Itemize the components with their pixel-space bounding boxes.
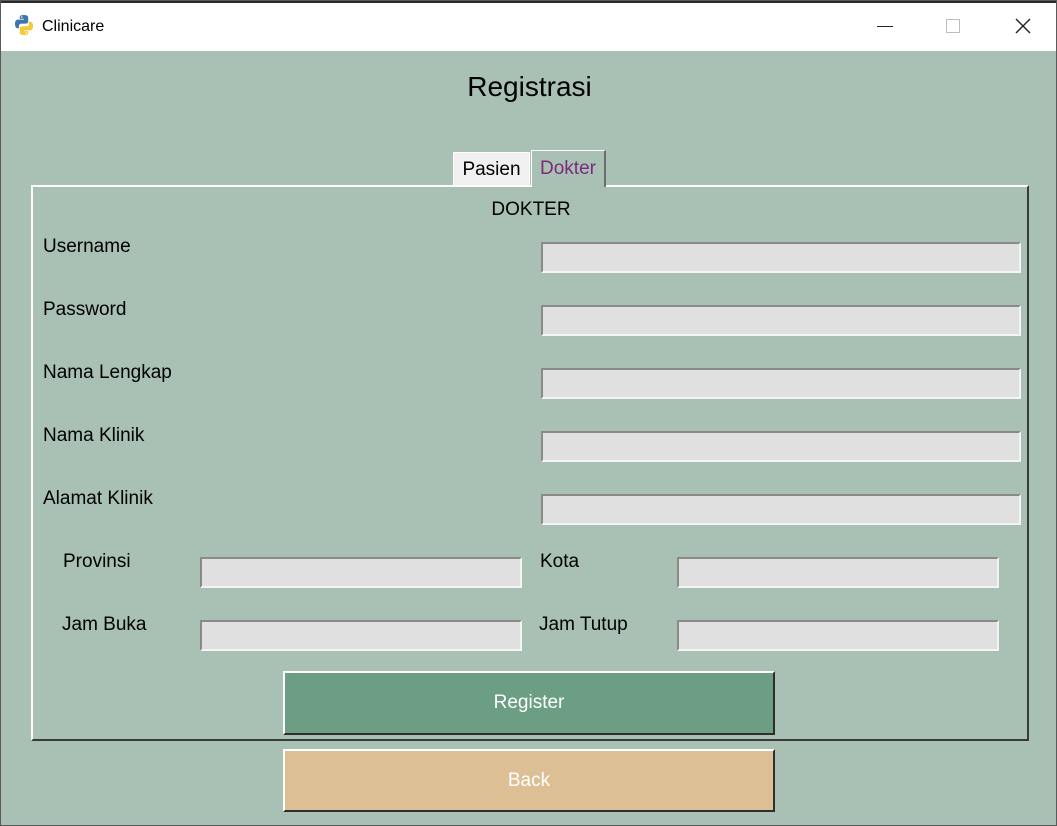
username-label: Username bbox=[43, 236, 131, 257]
alamat-klinik-label: Alamat Klinik bbox=[43, 488, 153, 509]
nama-lengkap-field[interactable] bbox=[541, 368, 1021, 399]
jam-tutup-label: Jam Tutup bbox=[539, 614, 628, 635]
alamat-klinik-field[interactable] bbox=[541, 494, 1021, 525]
back-button[interactable]: Back bbox=[283, 749, 775, 812]
kota-label: Kota bbox=[540, 551, 580, 572]
password-label: Password bbox=[43, 299, 127, 320]
kota-field[interactable] bbox=[677, 557, 999, 588]
provinsi-field[interactable] bbox=[200, 557, 522, 588]
close-icon bbox=[1015, 18, 1031, 34]
tab-dokter[interactable]: Dokter bbox=[531, 150, 606, 187]
jam-buka-label: Jam Buka bbox=[62, 614, 147, 635]
app-window: Clinicare Registrasi Pasien Dokter DOKTE… bbox=[0, 0, 1057, 826]
nama-klinik-label: Nama Klinik bbox=[43, 425, 145, 446]
tab-pasien[interactable]: Pasien bbox=[453, 152, 530, 186]
jam-tutup-field[interactable] bbox=[677, 620, 999, 651]
section-title: DOKTER bbox=[491, 199, 571, 220]
maximize-button[interactable] bbox=[918, 3, 988, 49]
password-field[interactable] bbox=[541, 305, 1021, 336]
window-title: Clinicare bbox=[42, 18, 105, 35]
python-logo-icon bbox=[15, 15, 33, 35]
username-field[interactable] bbox=[541, 242, 1021, 273]
nama-klinik-field[interactable] bbox=[541, 431, 1021, 462]
maximize-icon bbox=[946, 19, 960, 33]
nama-lengkap-label: Nama Lengkap bbox=[43, 362, 172, 383]
close-button[interactable] bbox=[988, 3, 1057, 49]
jam-buka-field[interactable] bbox=[200, 620, 522, 651]
title-bar: Clinicare bbox=[1, 1, 1056, 51]
minimize-button[interactable] bbox=[850, 3, 920, 49]
minimize-icon bbox=[877, 25, 893, 27]
page-title: Registrasi bbox=[467, 71, 592, 102]
provinsi-label: Provinsi bbox=[63, 551, 131, 572]
register-button[interactable]: Register bbox=[283, 671, 775, 735]
